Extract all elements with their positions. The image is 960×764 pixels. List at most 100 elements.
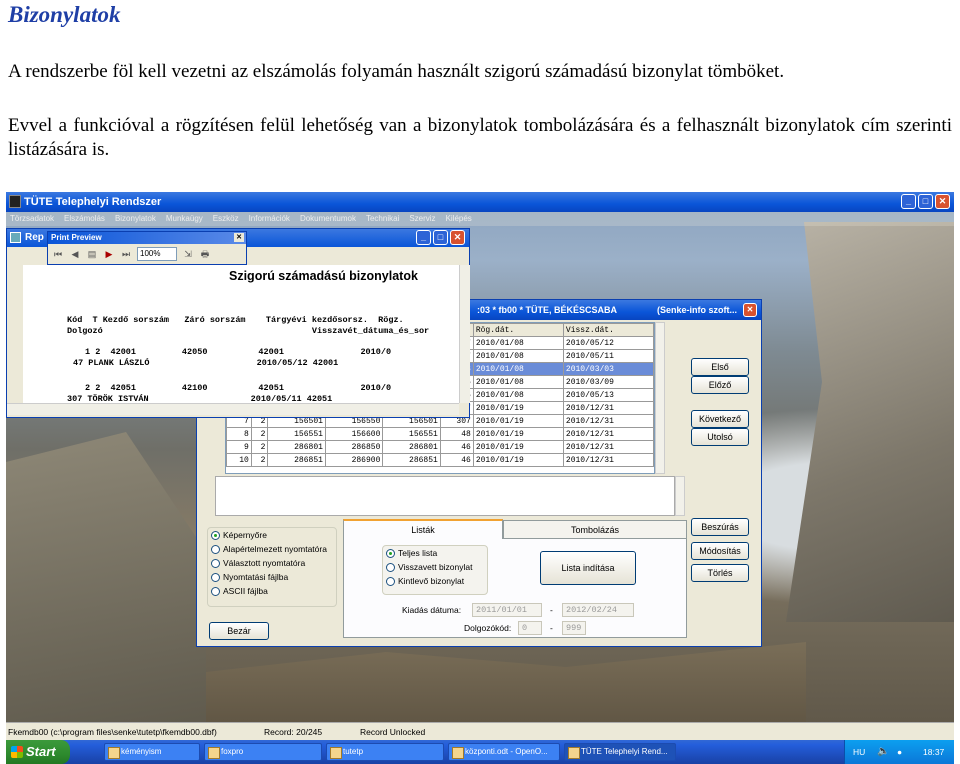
radio-icon	[211, 558, 220, 568]
list-option[interactable]: Kintlevő bizonylat	[383, 574, 487, 588]
report-page: Szigorú számadású bizonylatok Kód T Kezd…	[23, 265, 459, 403]
language-indicator[interactable]: HU	[853, 740, 865, 764]
output-option[interactable]: Alapértelmezett nyomtatóra	[208, 542, 336, 556]
report-record-line: 307 TÖRÖK ISTVÁN 2010/05/11 42051	[67, 394, 333, 403]
menu-item[interactable]: Törzsadatok	[10, 212, 54, 226]
worker-from-field[interactable]: 0	[518, 621, 542, 635]
menu-item[interactable]: Információk	[249, 212, 290, 226]
delete-button[interactable]: Törlés	[691, 564, 749, 582]
output-option[interactable]: Képernyőre	[208, 528, 336, 542]
taskbar-item[interactable]: foxpro	[204, 743, 322, 761]
report-header-line: Dolgozó Visszavét_dátuma_és_sor	[67, 326, 430, 336]
menu-item[interactable]: Szerviz	[409, 212, 435, 226]
grid-scrollbar[interactable]	[655, 322, 665, 474]
first-page-icon[interactable]: ⏮	[52, 248, 64, 260]
printer-icon[interactable]: 🖶	[199, 248, 211, 260]
first-button[interactable]: Első	[691, 358, 749, 376]
date-to-field[interactable]: 2012/02/24	[562, 603, 634, 617]
grid-cell: 48	[439, 427, 474, 441]
next-button[interactable]: Következő	[691, 410, 749, 428]
start-button[interactable]: Start	[6, 740, 70, 764]
tray-icon[interactable]: ●	[897, 740, 902, 764]
output-option[interactable]: Nyomtatási fájlba	[208, 570, 336, 584]
close-icon[interactable]: ✕	[743, 303, 757, 317]
menu-item[interactable]: Elszámolás	[64, 212, 105, 226]
zoom-select[interactable]: 100%	[137, 247, 177, 261]
radio-icon	[211, 530, 220, 540]
grid-column-header[interactable]: Vissz.dát.	[562, 323, 655, 337]
close-icon[interactable]: ✕	[935, 194, 950, 209]
menu-item[interactable]: Technikai	[366, 212, 399, 226]
insert-button[interactable]: Beszúrás	[691, 518, 749, 536]
menu-item[interactable]: Kilépés	[446, 212, 472, 226]
tab-listak[interactable]: Listák	[343, 519, 503, 539]
maximize-icon[interactable]: □	[433, 230, 448, 245]
option-label: ASCII fájlba	[223, 586, 268, 596]
menu-item[interactable]: Eszköz	[213, 212, 239, 226]
minimize-icon[interactable]: _	[416, 230, 431, 245]
grid-cell: 2010/05/11	[562, 349, 655, 363]
maximize-icon[interactable]: □	[918, 194, 933, 209]
close-icon[interactable]: ✕	[234, 233, 244, 242]
grid-cell: 286851	[382, 453, 441, 467]
next-page-icon[interactable]: ▶	[103, 248, 115, 260]
run-list-button[interactable]: Lista indítása	[540, 551, 636, 585]
option-label: Visszavett bizonylat	[398, 562, 473, 572]
paragraph-function: Evvel a funkcióval a rögzítésen felül le…	[8, 115, 952, 160]
worker-to-field[interactable]: 999	[562, 621, 586, 635]
tab-tombolazas[interactable]: Tombolázás	[503, 520, 687, 538]
taskbar-item[interactable]: központi.odt - OpenO...	[448, 743, 560, 761]
taskbar-item[interactable]: kéményism	[104, 743, 200, 761]
minimize-icon[interactable]: _	[901, 194, 916, 209]
prev-page-icon[interactable]: ◀	[69, 248, 81, 260]
grid-column-header[interactable]: Rög.dát.	[472, 323, 564, 337]
memo-scrollbar[interactable]	[675, 476, 685, 516]
menu-item[interactable]: Bizonylatok	[115, 212, 156, 226]
last-page-icon[interactable]: ⏭	[120, 248, 132, 260]
report-horizontal-scrollbar[interactable]	[7, 403, 459, 415]
list-option[interactable]: Visszavett bizonylat	[383, 560, 487, 574]
modify-button[interactable]: Módosítás	[691, 542, 749, 560]
worker-separator: -	[550, 623, 553, 633]
grid-cell: 2010/01/19	[472, 453, 564, 467]
close-icon[interactable]: ✕	[450, 230, 465, 245]
exit-preview-icon[interactable]: ⇲	[182, 248, 194, 260]
menu-item[interactable]: Dokumentumok	[300, 212, 356, 226]
date-label: Kiadás dátuma:	[402, 605, 462, 615]
grid-cell: 2010/01/19	[472, 414, 564, 428]
grid-cell: 2010/01/08	[472, 349, 564, 363]
table-row[interactable]: 9 2 286801 286850 286801 46 2010/01/19 2010/12/…	[226, 440, 655, 454]
app-title: TÜTE Telephelyi Rendszer	[24, 196, 162, 208]
grid-cell: 2010/05/13	[562, 388, 655, 402]
radio-icon	[211, 544, 220, 554]
memo-field[interactable]	[215, 476, 675, 516]
grid-cell: 286801	[267, 440, 326, 454]
paragraph-intro: A rendszerbe föl kell vezetni az elszámo…	[8, 61, 785, 82]
grid-cell: 10	[226, 453, 252, 467]
list-option[interactable]: Teljes lista	[383, 546, 487, 560]
taskbar-item[interactable]: TÜTE Telephelyi Rend...	[564, 743, 676, 761]
speaker-icon[interactable]: 🔈	[877, 740, 889, 764]
table-row[interactable]: 10 2 286851 286900 286851 46 2010/01/19 2010/12…	[226, 453, 655, 467]
report-heading: Szigorú számadású bizonylatok	[229, 269, 418, 283]
print-preview-title: Print Preview	[51, 233, 102, 242]
date-from-field[interactable]: 2011/01/01	[472, 603, 542, 617]
menu-item[interactable]: Munkaügy	[166, 212, 203, 226]
close-button[interactable]: Bezár	[209, 622, 269, 640]
table-row[interactable]: 8 2 156551 156600 156551 48 2010/01/19 2010/12/…	[226, 427, 655, 441]
tab-panel: Listák Tombolázás Teljes lista Visszavet…	[343, 519, 687, 638]
option-label: Választott nyomtatóra	[223, 558, 306, 568]
prev-button[interactable]: Előző	[691, 376, 749, 394]
output-option[interactable]: Választott nyomtatóra	[208, 556, 336, 570]
option-label: Nyomtatási fájlba	[223, 572, 289, 582]
report-scrollbar[interactable]	[459, 265, 470, 403]
menu-bar: Törzsadatok Elszámolás Bizonylatok Munka…	[6, 212, 954, 226]
output-option[interactable]: ASCII fájlba	[208, 584, 336, 598]
pages-icon[interactable]: ▤	[86, 248, 98, 260]
grid-cell: 46	[439, 453, 474, 467]
taskbar-item[interactable]: tutetp	[326, 743, 444, 761]
grid-cell: 2010/12/31	[562, 401, 655, 415]
system-tray: HU 🔈 ● 18:37	[844, 740, 954, 764]
last-button[interactable]: Utolsó	[691, 428, 749, 446]
radio-icon	[211, 572, 220, 582]
